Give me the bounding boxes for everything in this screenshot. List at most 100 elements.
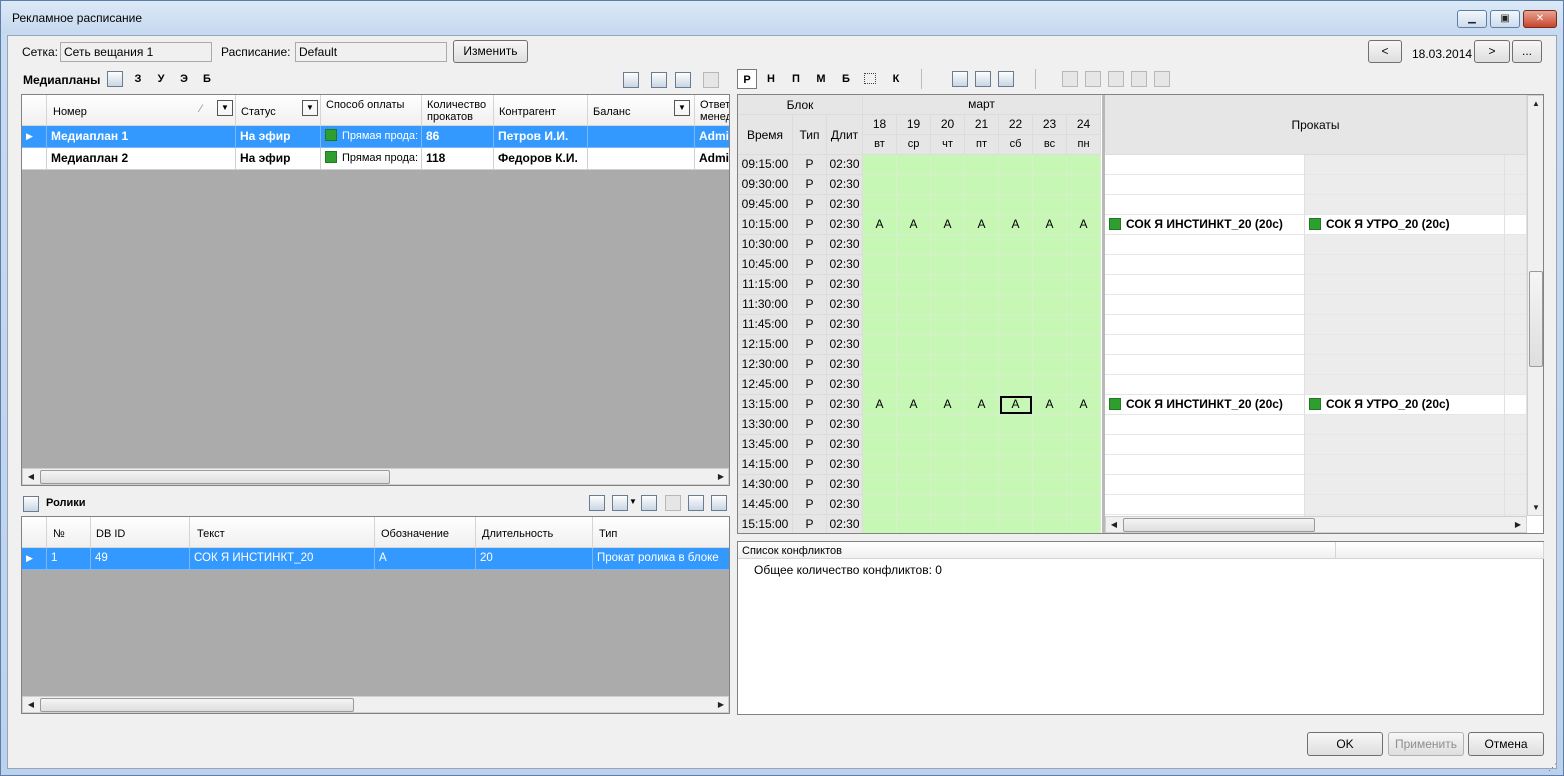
schedule-tab-4[interactable]: Б xyxy=(836,69,856,89)
block-time[interactable]: 15:15:00 xyxy=(738,515,793,533)
scroll-thumb[interactable] xyxy=(1123,518,1315,532)
schedule-cell[interactable] xyxy=(1067,235,1101,255)
roll-cell-extra[interactable] xyxy=(1505,495,1527,515)
block-duration[interactable]: 02:30 xyxy=(827,195,863,215)
roll-cell[interactable] xyxy=(1305,275,1505,295)
rolls-hscrollbar[interactable]: ◀ ▶ xyxy=(1105,516,1527,533)
schedule-cell[interactable] xyxy=(897,235,931,255)
block-type[interactable]: Р xyxy=(793,235,827,255)
schedule-cell[interactable]: A xyxy=(931,395,965,415)
block-duration[interactable]: 02:30 xyxy=(827,455,863,475)
minimize-button[interactable]: ▁ xyxy=(1457,10,1487,28)
schedule-cell[interactable] xyxy=(999,315,1033,335)
block-time[interactable]: 10:30:00 xyxy=(738,235,793,255)
roll-cell[interactable] xyxy=(1105,435,1305,455)
block-time[interactable]: 13:30:00 xyxy=(738,415,793,435)
schedule-cell[interactable] xyxy=(965,255,999,275)
schedule-cell[interactable] xyxy=(1033,275,1067,295)
schedule-cell[interactable] xyxy=(931,355,965,375)
roll-cell-extra[interactable] xyxy=(1505,435,1527,455)
scroll-down-icon[interactable]: ▼ xyxy=(1528,500,1543,516)
schedule-cell[interactable] xyxy=(863,415,897,435)
filter-z-button[interactable]: З xyxy=(128,69,148,89)
schedule-cell[interactable] xyxy=(1067,315,1101,335)
prev-date-button[interactable]: < xyxy=(1368,40,1402,63)
schedule-cell[interactable] xyxy=(863,355,897,375)
filter-dropdown-icon[interactable]: ▼ xyxy=(217,100,233,116)
schedule-cell[interactable] xyxy=(965,415,999,435)
col-balance[interactable]: Баланс ▼ xyxy=(588,95,695,126)
col-agent[interactable]: Контрагент xyxy=(494,95,588,126)
schedule-cell[interactable] xyxy=(1067,335,1101,355)
clips-hscrollbar[interactable]: ◀ ▶ xyxy=(22,696,729,713)
ok-button[interactable]: OK xyxy=(1307,732,1383,756)
block-time[interactable]: 12:30:00 xyxy=(738,355,793,375)
chevron-down-icon[interactable]: ▼ xyxy=(629,497,637,506)
export-icon[interactable] xyxy=(675,72,691,88)
resize-grip-icon[interactable]: ⋰ xyxy=(1548,762,1557,773)
roll-cell-extra[interactable] xyxy=(1505,375,1527,395)
schedule-cell[interactable] xyxy=(863,335,897,355)
filter-e-button[interactable]: Э xyxy=(174,69,194,89)
block-duration[interactable]: 02:30 xyxy=(827,515,863,533)
scroll-right-icon[interactable]: ▶ xyxy=(1510,517,1526,533)
schedule-cell[interactable] xyxy=(965,335,999,355)
roll-cell[interactable] xyxy=(1105,315,1305,335)
schedule-cell[interactable] xyxy=(999,355,1033,375)
col-payment[interactable]: Способ оплаты xyxy=(321,95,422,126)
schedule-cell[interactable] xyxy=(1033,335,1067,355)
block-type[interactable]: Р xyxy=(793,315,827,335)
roll-cell[interactable] xyxy=(1105,155,1305,175)
schedule-cell[interactable] xyxy=(863,155,897,175)
schedule-cell[interactable] xyxy=(1067,495,1101,515)
block-type[interactable]: Р xyxy=(793,375,827,395)
roll-cell[interactable]: СОК Я ИНСТИНКТ_20 (20c) xyxy=(1105,215,1305,235)
schedule-cell[interactable] xyxy=(931,415,965,435)
block-type[interactable]: Р xyxy=(793,195,827,215)
row-selector[interactable] xyxy=(22,148,47,170)
roll-cell[interactable] xyxy=(1305,155,1505,175)
schedule-cell[interactable] xyxy=(931,175,965,195)
col-n[interactable]: № xyxy=(47,517,91,548)
block-time[interactable]: 11:30:00 xyxy=(738,295,793,315)
roll-cell[interactable] xyxy=(1305,355,1505,375)
roll-cell[interactable]: СОК Я ИНСТИНКТ_20 (20c) xyxy=(1105,395,1305,415)
schedule-cell[interactable] xyxy=(1067,455,1101,475)
schedule-cell[interactable] xyxy=(863,295,897,315)
mediaplans-hscrollbar[interactable]: ◀ ▶ xyxy=(22,468,729,485)
block-time[interactable]: 13:15:00 xyxy=(738,395,793,415)
schedule-cell[interactable] xyxy=(931,255,965,275)
col-code[interactable]: Обозначение xyxy=(375,517,476,548)
filter-u-button[interactable]: У xyxy=(151,69,171,89)
schedule-cell[interactable] xyxy=(897,175,931,195)
schedule-cell[interactable] xyxy=(999,235,1033,255)
maximize-button[interactable]: ▣ xyxy=(1490,10,1520,28)
schedule-cell[interactable] xyxy=(931,315,965,335)
block-duration[interactable]: 02:30 xyxy=(827,275,863,295)
schedule-cell[interactable] xyxy=(897,435,931,455)
roll-cell[interactable] xyxy=(1105,375,1305,395)
conflicts-header[interactable]: Список конфликтов xyxy=(738,542,1336,559)
schedule-cell[interactable] xyxy=(931,455,965,475)
schedule-cell[interactable] xyxy=(897,275,931,295)
block-time[interactable]: 11:15:00 xyxy=(738,275,793,295)
roll-cell-extra[interactable] xyxy=(1505,255,1527,275)
block-duration[interactable]: 02:30 xyxy=(827,495,863,515)
schedule-cell[interactable] xyxy=(1067,375,1101,395)
scroll-thumb[interactable] xyxy=(40,470,390,484)
block-type[interactable]: Р xyxy=(793,175,827,195)
roll-cell[interactable] xyxy=(1105,335,1305,355)
scroll-right-icon[interactable]: ▶ xyxy=(713,469,729,485)
schedule-cell[interactable] xyxy=(1067,195,1101,215)
schedule-cell[interactable] xyxy=(999,515,1033,533)
roll-cell-extra[interactable] xyxy=(1505,355,1527,375)
schedule-cell[interactable]: A xyxy=(999,215,1033,235)
schedule-cell[interactable] xyxy=(863,255,897,275)
scroll-thumb[interactable] xyxy=(40,698,354,712)
schedule-cell[interactable] xyxy=(863,195,897,215)
schedule-cell[interactable] xyxy=(965,515,999,533)
schedule-cell[interactable] xyxy=(931,515,965,533)
filter-b-button[interactable]: Б xyxy=(197,69,217,89)
columns-icon[interactable] xyxy=(641,495,657,511)
current-row-arrow-icon[interactable]: ▶ xyxy=(22,126,47,148)
